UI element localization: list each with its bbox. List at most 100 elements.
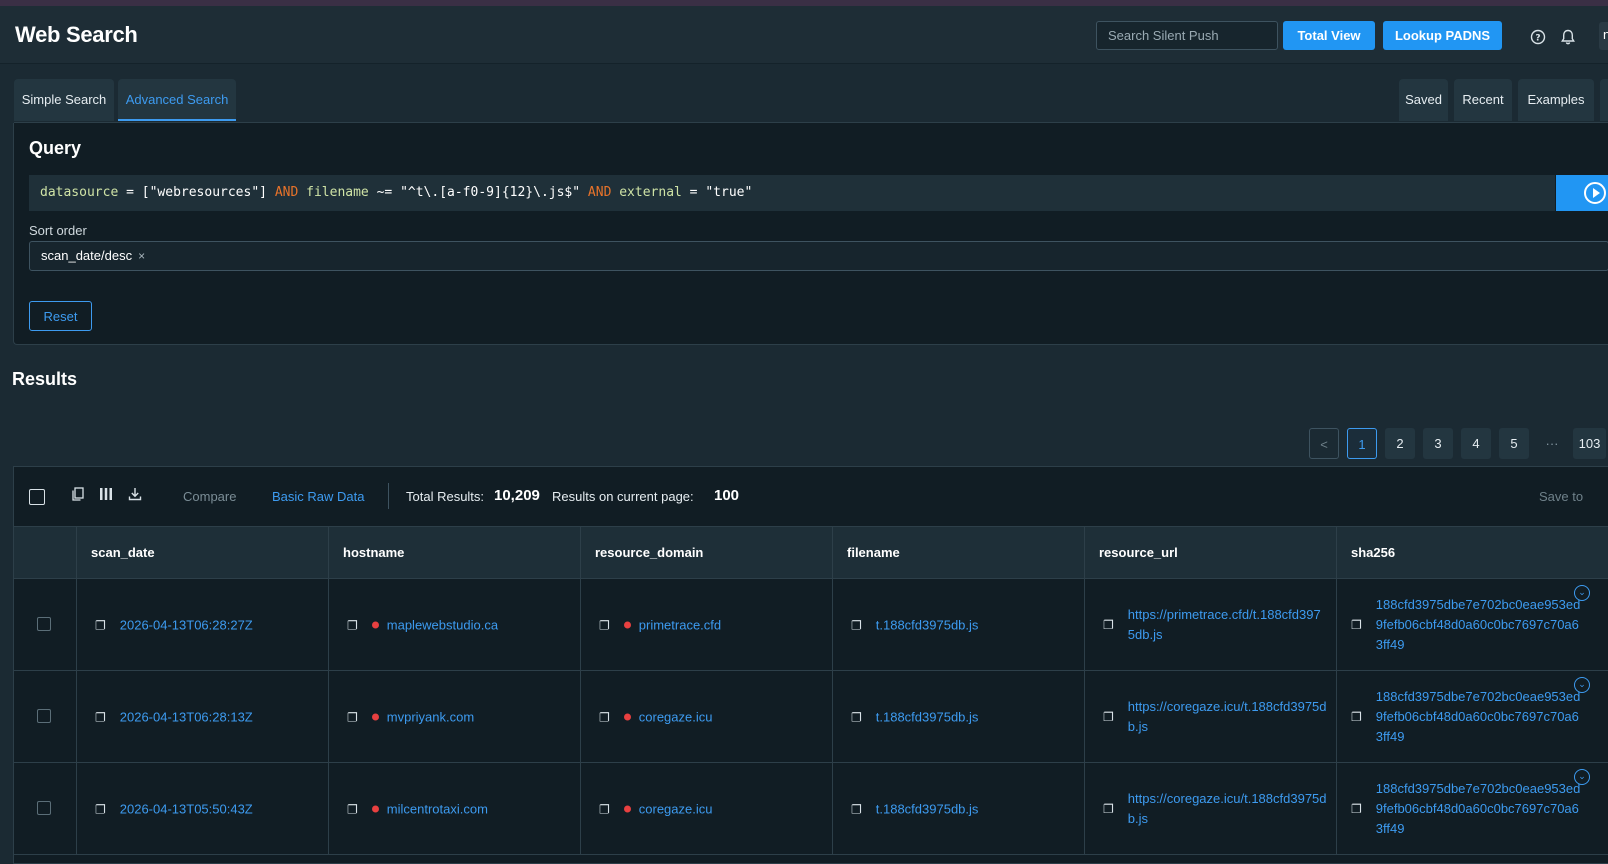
resource-url-link[interactable]: https://coregaze.icu/t.188cfd3975db.js [1128,789,1328,829]
chevron-down-icon[interactable]: ⌄ [1574,585,1590,601]
hostname-link[interactable]: maplewebstudio.ca [387,618,498,633]
table-row[interactable]: ❐ 2026-04-13T06:28:27Z ❐ maplewebstudio.ca… [14,579,1608,671]
query-token-field: filename [306,185,369,200]
copy-icon[interactable]: ❐ [347,710,358,724]
copy-icon[interactable]: ❐ [1103,802,1114,816]
save-to-dropdown[interactable]: Save to [1539,489,1583,504]
sort-order-field[interactable]: scan_date/desc × [29,241,1608,271]
column-header-filename[interactable]: filename [832,527,1084,579]
filename-link[interactable]: t.188cfd3975db.js [876,618,979,633]
sort-order-label: Sort order [29,223,87,238]
column-header-resource-domain[interactable]: resource_domain [580,527,832,579]
global-search-input[interactable] [1096,21,1278,50]
query-token-field: external [619,185,682,200]
copy-icon[interactable]: ❐ [851,618,862,632]
pagination-page-3[interactable]: 3 [1423,428,1453,459]
copy-icon[interactable]: ❐ [851,802,862,816]
header-select-cell [14,527,76,579]
table-header: scan_date hostname resource_domain filen… [14,527,1608,579]
pagination-page-2[interactable]: 2 [1385,428,1415,459]
copy-icon[interactable]: ❐ [1351,802,1362,816]
table-row[interactable]: ❐ 2026-04-13T06:28:13Z ❐ mvpriyank.com ❐ co… [14,671,1608,763]
tab-recent[interactable]: Recent [1454,79,1512,121]
chevron-down-icon[interactable]: ⌄ [1574,769,1590,785]
user-avatar[interactable]: n [1599,22,1608,50]
resource-url-cell: ❐ https://coregaze.icu/t.188cfd3975db.js [1084,763,1336,855]
tab-examples[interactable]: Examples [1518,79,1594,121]
scan-date-link[interactable]: 2026-04-13T06:28:13Z [120,710,253,725]
scan-date-link[interactable]: 2026-04-13T06:28:27Z [120,618,253,633]
copy-icon[interactable]: ❐ [599,710,610,724]
copy-icon[interactable] [72,487,84,504]
copy-icon[interactable]: ❐ [1103,710,1114,724]
risk-dot-icon [371,621,379,629]
filename-link[interactable]: t.188cfd3975db.js [876,802,979,817]
column-header-resource-url[interactable]: resource_url [1084,527,1336,579]
sha256-link[interactable]: 188cfd3975dbe7e702bc0eae953ed9fefb06cbf4… [1376,687,1582,747]
table-row[interactable]: ❐ 2026-04-13T05:50:43Z ❐ milcentrotaxi.com… [14,763,1608,855]
pagination-page-last[interactable]: 103 [1573,428,1606,459]
resource-domain-link[interactable]: coregaze.icu [639,802,713,817]
copy-icon[interactable]: ❐ [599,802,610,816]
columns-icon[interactable] [99,487,113,504]
risk-dot-icon [623,713,631,721]
copy-icon[interactable]: ❐ [347,802,358,816]
resource-url-link[interactable]: https://primetrace.cfd/t.188cfd3975db.js [1128,605,1328,645]
copy-icon[interactable]: ❐ [95,710,106,724]
copy-icon[interactable]: ❐ [1351,618,1362,632]
resource-url-cell: ❐ https://coregaze.icu/t.188cfd3975db.js [1084,671,1336,763]
tab-advanced-search[interactable]: Advanced Search [118,79,236,121]
sha256-link[interactable]: 188cfd3975dbe7e702bc0eae953ed9fefb06cbf4… [1376,595,1582,655]
copy-icon[interactable]: ❐ [851,710,862,724]
results-toolbar: Compare Basic Raw Data Total Results: 10… [14,467,1608,527]
resource-url-link[interactable]: https://coregaze.icu/t.188cfd3975db.js [1128,697,1328,737]
basic-raw-data-toggle[interactable]: Basic Raw Data [272,489,364,504]
pagination-page-5[interactable]: 5 [1499,428,1529,459]
select-all-checkbox[interactable] [29,489,45,505]
tab-simple-search[interactable]: Simple Search [14,79,114,121]
run-query-button[interactable] [1556,175,1608,211]
query-editor[interactable]: datasource = ["webresources"] AND filena… [29,175,1555,211]
pagination-ellipsis: ··· [1545,436,1559,451]
sha256-link[interactable]: 188cfd3975dbe7e702bc0eae953ed9fefb06cbf4… [1376,779,1582,839]
reset-button[interactable]: Reset [29,301,92,331]
lookup-padns-button[interactable]: Lookup PADNS [1383,21,1502,50]
risk-dot-icon [623,805,631,813]
tab-saved[interactable]: Saved [1399,79,1448,121]
total-view-button[interactable]: Total View [1283,21,1375,50]
resource-domain-link[interactable]: coregaze.icu [639,710,713,725]
copy-icon[interactable]: ❐ [1103,618,1114,632]
column-header-sha256[interactable]: sha256 [1336,527,1608,579]
download-icon[interactable] [128,487,142,504]
scan-date-link[interactable]: 2026-04-13T05:50:43Z [120,802,253,817]
close-icon[interactable]: × [138,249,145,263]
copy-icon[interactable]: ❐ [95,618,106,632]
hostname-link[interactable]: mvpriyank.com [387,710,474,725]
hostname-link[interactable]: milcentrotaxi.com [387,802,488,817]
pagination-prev-button[interactable]: < [1309,428,1339,459]
row-checkbox[interactable] [37,709,51,723]
filename-link[interactable]: t.188cfd3975db.js [876,710,979,725]
column-header-hostname[interactable]: hostname [328,527,580,579]
resource-url-cell: ❐ https://primetrace.cfd/t.188cfd3975db.j… [1084,579,1336,671]
query-token-value: = ["webresources"] [118,185,275,200]
compare-button[interactable]: Compare [183,489,236,504]
pagination-page-1[interactable]: 1 [1347,428,1377,459]
chevron-down-icon[interactable]: ⌄ [1574,677,1590,693]
copy-icon[interactable]: ❐ [599,618,610,632]
copy-icon[interactable]: ❐ [1351,710,1362,724]
column-header-scan-date[interactable]: scan_date [76,527,328,579]
help-circle-icon[interactable]: ? [1529,28,1547,46]
filename-cell: ❐ t.188cfd3975db.js [832,579,1084,671]
pagination-page-4[interactable]: 4 [1461,428,1491,459]
row-checkbox[interactable] [37,617,51,631]
page-results-label: Results on current page: [552,489,694,504]
row-checkbox[interactable] [37,801,51,815]
copy-icon[interactable]: ❐ [95,802,106,816]
resource-domain-link[interactable]: primetrace.cfd [639,618,721,633]
bell-icon[interactable] [1559,28,1577,46]
copy-icon[interactable]: ❐ [347,618,358,632]
query-token-field: datasource [40,185,119,200]
tab-overflow[interactable] [1600,79,1608,121]
play-circle-icon [1584,182,1606,204]
